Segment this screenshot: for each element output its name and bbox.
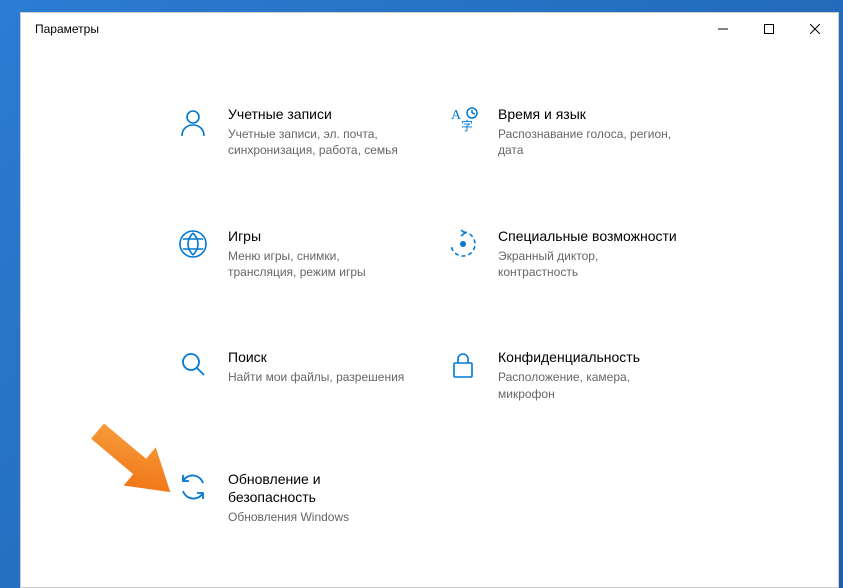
ease-of-access-icon	[446, 227, 480, 261]
setting-desc: Расположение, камера, микрофон	[498, 369, 678, 401]
setting-title: Конфиденциальность	[498, 348, 678, 366]
setting-text: Игры Меню игры, снимки, трансляция, режи…	[228, 227, 408, 281]
setting-title: Учетные записи	[228, 105, 408, 123]
titlebar: Параметры	[21, 13, 838, 45]
setting-text: Поиск Найти мои файлы, разрешения	[228, 348, 404, 385]
setting-search[interactable]: Поиск Найти мои файлы, разрешения	[176, 348, 446, 402]
setting-title: Время и язык	[498, 105, 678, 123]
privacy-icon	[446, 348, 480, 382]
window-title: Параметры	[35, 22, 99, 36]
setting-text: Время и язык Распознавание голоса, регио…	[498, 105, 678, 159]
setting-desc: Обновления Windows	[228, 509, 408, 525]
minimize-icon	[718, 24, 728, 34]
setting-text: Обновление и безопасность Обновления Win…	[228, 470, 408, 526]
setting-desc: Учетные записи, эл. почта, синхронизация…	[228, 126, 408, 158]
settings-window: Параметры Учетны	[20, 12, 839, 588]
svg-text:字: 字	[461, 118, 473, 133]
settings-content: Учетные записи Учетные записи, эл. почта…	[21, 45, 838, 545]
setting-title: Обновление и безопасность	[228, 470, 408, 506]
window-controls	[700, 13, 838, 45]
maximize-icon	[764, 24, 774, 34]
close-icon	[810, 24, 820, 34]
setting-title: Игры	[228, 227, 408, 245]
setting-ease-of-access[interactable]: Специальные возможности Экранный диктор,…	[446, 227, 716, 281]
setting-time-language[interactable]: A 字 Время и язык Распознавание голоса, р…	[446, 105, 716, 159]
setting-desc: Распознавание голоса, регион, дата	[498, 126, 678, 158]
setting-desc: Найти мои файлы, разрешения	[228, 369, 404, 385]
update-security-icon	[176, 470, 210, 504]
setting-title: Поиск	[228, 348, 404, 366]
setting-accounts[interactable]: Учетные записи Учетные записи, эл. почта…	[176, 105, 446, 159]
setting-desc: Меню игры, снимки, трансляция, режим игр…	[228, 248, 408, 280]
time-language-icon: A 字	[446, 105, 480, 139]
close-button[interactable]	[792, 13, 838, 45]
settings-grid: Учетные записи Учетные записи, эл. почта…	[176, 105, 798, 525]
setting-privacy[interactable]: Конфиденциальность Расположение, камера,…	[446, 348, 716, 402]
setting-gaming[interactable]: Игры Меню игры, снимки, трансляция, режи…	[176, 227, 446, 281]
setting-update-security[interactable]: Обновление и безопасность Обновления Win…	[176, 470, 446, 526]
accounts-icon	[176, 105, 210, 139]
setting-text: Специальные возможности Экранный диктор,…	[498, 227, 678, 281]
search-icon	[176, 348, 210, 382]
setting-text: Конфиденциальность Расположение, камера,…	[498, 348, 678, 402]
setting-desc: Экранный диктор, контрастность	[498, 248, 678, 280]
setting-title: Специальные возможности	[498, 227, 678, 245]
setting-text: Учетные записи Учетные записи, эл. почта…	[228, 105, 408, 159]
gaming-icon	[176, 227, 210, 261]
maximize-button[interactable]	[746, 13, 792, 45]
minimize-button[interactable]	[700, 13, 746, 45]
